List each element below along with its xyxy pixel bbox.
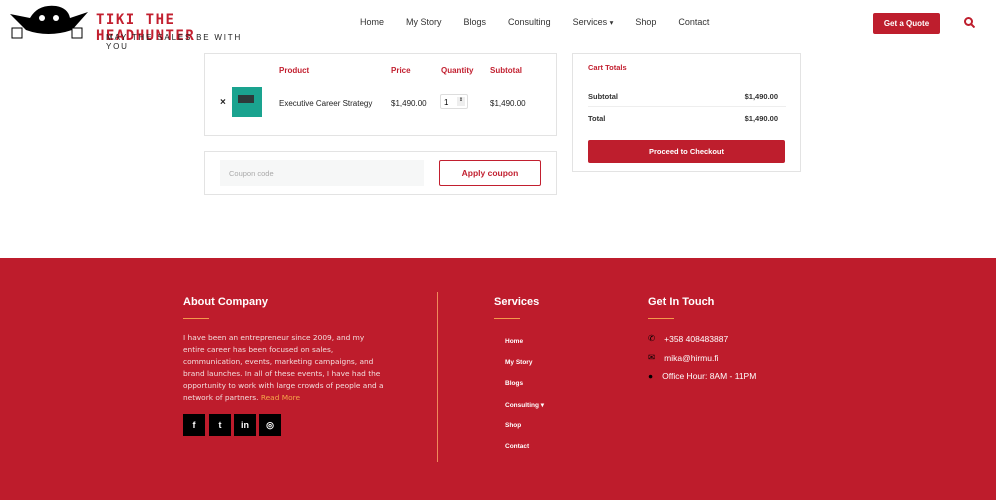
facebook-icon[interactable]: f xyxy=(183,414,205,436)
title-underline xyxy=(183,318,209,319)
about-paragraph: I have been an entrepreneur since 2009, … xyxy=(183,333,384,402)
checkout-button[interactable]: Proceed to Checkout xyxy=(588,140,785,163)
email-text: mika@hirmu.fi xyxy=(664,352,719,363)
instagram-icon[interactable]: ◎ xyxy=(259,414,281,436)
spinner-icon[interactable]: ⇕ xyxy=(457,97,465,106)
title-underline xyxy=(648,318,674,319)
main-nav: Home My Story Blogs Consulting Services … xyxy=(360,17,731,27)
consulting-label: Consulting xyxy=(505,402,539,409)
apply-coupon-button[interactable]: Apply coupon xyxy=(439,160,541,186)
nav-blogs[interactable]: Blogs xyxy=(464,17,487,27)
about-text: I have been an entrepreneur since 2009, … xyxy=(183,332,388,404)
footer-link-consulting[interactable]: Consulting ▾ xyxy=(505,401,544,409)
chevron-down-icon: ▾ xyxy=(540,402,545,409)
footer-divider xyxy=(437,292,438,462)
get-quote-button[interactable]: Get a Quote xyxy=(873,13,940,34)
phone-icon: ✆ xyxy=(648,333,656,343)
footer-link-contact[interactable]: Contact xyxy=(505,443,529,450)
quantity-value: 1 xyxy=(444,98,449,107)
footer-link-home[interactable]: Home xyxy=(505,338,523,345)
col-product: Product xyxy=(279,66,310,75)
nav-services-label: Services xyxy=(572,17,608,27)
twitter-icon[interactable]: t xyxy=(209,414,231,436)
contact-hours: ● Office Hour: 8AM - 11PM xyxy=(648,371,756,381)
product-thumbnail[interactable] xyxy=(232,87,262,117)
product-price: $1,490.00 xyxy=(391,99,427,108)
nav-my-story[interactable]: My Story xyxy=(406,17,442,27)
search-icon[interactable] xyxy=(964,17,975,28)
remove-item-icon[interactable]: × xyxy=(220,97,226,108)
nav-services[interactable]: Services ▾ xyxy=(573,17,614,27)
contact-email[interactable]: ✉ mika@hirmu.fi xyxy=(648,352,719,363)
footer-link-blogs[interactable]: Blogs xyxy=(505,380,523,387)
divider xyxy=(588,106,786,107)
nav-shop[interactable]: Shop xyxy=(635,17,656,27)
footer-link-my-story[interactable]: My Story xyxy=(505,359,532,366)
about-title: About Company xyxy=(183,296,268,308)
services-title: Services xyxy=(494,296,540,308)
phone-text: +358 408483887 xyxy=(664,333,729,344)
cart-totals-title: Cart Totals xyxy=(588,63,627,72)
read-more-link[interactable]: Read More xyxy=(261,393,300,402)
yoda-logo-icon xyxy=(10,5,88,39)
nav-consulting[interactable]: Consulting xyxy=(508,17,551,27)
product-subtotal: $1,490.00 xyxy=(490,99,526,108)
col-price: Price xyxy=(391,66,411,75)
total-label: Total xyxy=(588,114,606,123)
title-underline xyxy=(494,318,520,319)
contact-phone[interactable]: ✆ +358 408483887 xyxy=(648,333,728,344)
product-name[interactable]: Executive Career Strategy xyxy=(279,99,372,108)
nav-contact[interactable]: Contact xyxy=(678,17,709,27)
brand-tagline: MAY THE SALES BE WITH YOU xyxy=(106,33,243,51)
subtotal-value: $1,490.00 xyxy=(744,92,778,101)
total-value: $1,490.00 xyxy=(744,114,778,123)
subtotal-label: Subtotal xyxy=(588,92,618,101)
coupon-section: Coupon code Apply coupon xyxy=(204,151,557,195)
logo[interactable]: TIKI THE HEADHUNTER MAY THE SALES BE WIT… xyxy=(8,4,248,51)
col-subtotal: Subtotal xyxy=(490,66,522,75)
nav-home[interactable]: Home xyxy=(360,17,384,27)
quantity-stepper[interactable]: 1 ⇕ xyxy=(440,94,468,109)
linkedin-icon[interactable]: in xyxy=(234,414,256,436)
site-header: TIKI THE HEADHUNTER MAY THE SALES BE WIT… xyxy=(0,0,996,51)
hours-text: Office Hour: 8AM - 11PM xyxy=(662,371,757,381)
col-quantity: Quantity xyxy=(441,66,474,75)
cart-table: Product Price Quantity Subtotal × Execut… xyxy=(204,53,557,136)
cart-totals: Cart Totals Subtotal $1,490.00 Total $1,… xyxy=(572,53,801,172)
site-footer: About Company I have been an entrepreneu… xyxy=(0,258,996,500)
chevron-down-icon: ▾ xyxy=(609,18,614,27)
envelope-icon: ✉ xyxy=(648,352,656,362)
footer-link-shop[interactable]: Shop xyxy=(505,422,521,429)
coupon-input[interactable]: Coupon code xyxy=(220,160,424,186)
contact-title: Get In Touch xyxy=(648,296,715,308)
clock-icon: ● xyxy=(648,371,654,381)
